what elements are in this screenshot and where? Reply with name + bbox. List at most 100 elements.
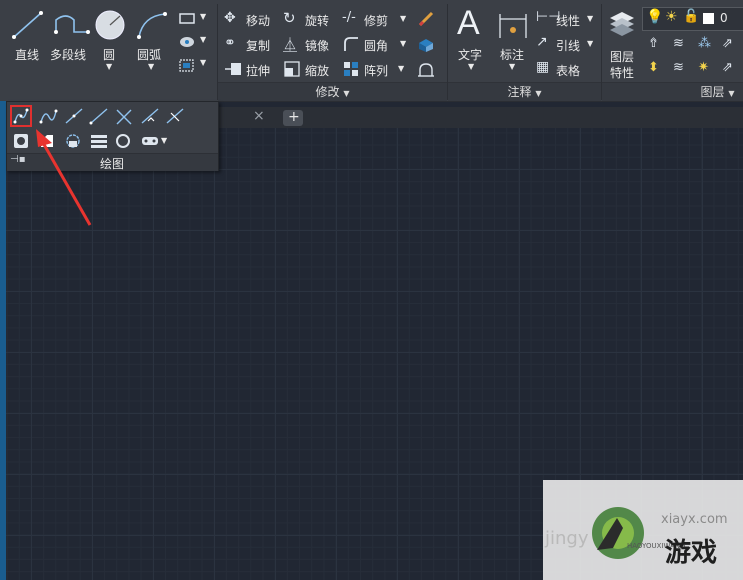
circle-button[interactable]: 圆 ▼ xyxy=(94,6,128,76)
line-button[interactable]: 直线 xyxy=(8,6,48,66)
dimension-button[interactable]: 标注 ▼ xyxy=(496,6,530,76)
array-icon xyxy=(344,62,358,76)
table-button[interactable]: ▦ 表格 xyxy=(536,59,596,78)
dimension-dropdown-icon[interactable]: ▼ xyxy=(509,62,515,71)
rectangle-icon xyxy=(179,13,195,24)
erase-button[interactable] xyxy=(416,10,438,28)
layer-dropdown[interactable]: 💡 ☀ 🔓 0 xyxy=(642,7,743,31)
pin-icon[interactable]: ⊣▪ xyxy=(10,154,26,165)
fillet-button[interactable]: 圆角 ▼ xyxy=(342,35,408,53)
linear-button[interactable]: ⊢⊣ 线性 ▼ xyxy=(536,9,596,28)
draw-panel-title: 绘图 xyxy=(100,157,125,171)
leader-dropdown-icon[interactable]: ▼ xyxy=(587,39,593,48)
arc-dropdown-icon[interactable]: ▼ xyxy=(148,62,154,71)
fillet-icon xyxy=(344,37,358,51)
leader-button[interactable]: ↗ 引线 ▼ xyxy=(536,34,596,53)
rotate-button[interactable]: ↻ 旋转 xyxy=(283,9,335,28)
layer-tool-icon[interactable]: ⁂ xyxy=(698,36,711,51)
tab-close-icon[interactable]: × xyxy=(253,108,265,124)
boundary-dropdown-icon[interactable]: ▼ xyxy=(200,58,206,67)
layer-properties-icon xyxy=(610,12,634,36)
layer-tool-icon[interactable]: ⇗ xyxy=(722,36,733,51)
move-label: 移动 xyxy=(246,14,271,28)
ellipse-ring-icon[interactable] xyxy=(114,132,132,150)
layer-tool-icon[interactable]: ≋ xyxy=(673,36,684,51)
ribbon: 直线 多段线 圆 ▼ 圆弧 ▼ ▼ ▼ ▼ ✥ 移动 ↻ 旋转 -/- 修剪 ▼… xyxy=(0,0,743,102)
circle-icon xyxy=(95,10,125,40)
move-icon: ✥ xyxy=(224,10,236,26)
line-label: 直线 xyxy=(15,48,40,62)
helix-icon[interactable] xyxy=(140,132,160,150)
text-label: 文字 xyxy=(458,48,483,62)
circle-label: 圆 xyxy=(103,48,116,62)
array-dropdown-icon[interactable]: ▼ xyxy=(398,64,404,73)
divide-icon[interactable] xyxy=(140,107,160,125)
scale-label: 缩放 xyxy=(305,64,330,78)
polyline-button[interactable]: 多段线 xyxy=(50,6,94,66)
explode-icon xyxy=(419,39,433,52)
layer-tool-icon[interactable]: ⇗ xyxy=(722,60,733,75)
leader-label: 引线 xyxy=(556,39,581,53)
erase-icon xyxy=(418,11,434,27)
array-button[interactable]: 阵列 ▼ xyxy=(342,60,408,78)
fillet-dropdown-icon[interactable]: ▼ xyxy=(400,39,406,48)
offset-icon xyxy=(418,63,434,77)
measure-icon[interactable] xyxy=(165,107,185,125)
lightbulb-icon: 💡 xyxy=(646,9,664,25)
scale-button[interactable]: 缩放 xyxy=(283,60,335,78)
modify-panel-title[interactable]: 修改 ▼ xyxy=(218,82,447,101)
mirror-icon: ⏅ xyxy=(283,38,297,54)
layer-properties-label-2: 特性 xyxy=(610,66,635,80)
text-icon: A xyxy=(457,4,480,42)
stretch-icon xyxy=(225,63,241,75)
more-tools-dropdown-icon[interactable]: ▼ xyxy=(161,136,167,145)
layer-tool-icon[interactable]: ≋ xyxy=(673,60,684,75)
circle-dropdown-icon[interactable]: ▼ xyxy=(106,62,112,71)
layer-properties-button[interactable]: 图层 特性 xyxy=(606,8,640,80)
text-button[interactable]: A 文字 ▼ xyxy=(454,4,490,76)
layer-tool-icon[interactable]: ⇮ xyxy=(648,36,659,51)
offset-button[interactable] xyxy=(416,60,438,78)
move-button[interactable]: ✥ 移动 xyxy=(224,10,276,28)
layer-tool-icon[interactable]: ⬍ xyxy=(648,60,659,75)
layer-color-swatch xyxy=(703,13,714,24)
spline-cv-icon[interactable] xyxy=(38,107,58,125)
mirror-button[interactable]: ⏅ 镜像 xyxy=(283,35,335,54)
layers-panel-title[interactable]: 图层 ▼ xyxy=(602,82,743,101)
watermark-site: xiayx.com xyxy=(661,512,728,527)
hatch-button[interactable]: ▼ xyxy=(178,35,210,51)
hatch-dropdown-icon[interactable]: ▼ xyxy=(200,35,206,44)
annotation-panel-title[interactable]: 注释 ▼ xyxy=(448,82,601,101)
trim-icon: -/- xyxy=(342,10,356,25)
current-layer-name: 0 xyxy=(720,11,728,25)
layers-panel-expand-icon: ▼ xyxy=(728,89,735,98)
copy-icon: ⚭ xyxy=(224,35,236,51)
copy-button[interactable]: ⚭ 复制 xyxy=(224,35,276,53)
stretch-button[interactable]: 拉伸 xyxy=(224,60,276,78)
dimension-icon xyxy=(499,14,527,38)
annotation-arrow-icon xyxy=(36,129,92,226)
layer-tool-icon[interactable]: ✷ xyxy=(698,60,709,75)
boundary-button[interactable]: ▼ xyxy=(178,58,210,74)
array-label: 阵列 xyxy=(364,64,389,78)
rectangle-button[interactable]: ▼ xyxy=(178,12,210,28)
arc-button[interactable]: 圆弧 ▼ xyxy=(134,6,170,76)
trim-button[interactable]: -/- 修剪 ▼ xyxy=(342,10,408,28)
trim-dropdown-icon[interactable]: ▼ xyxy=(400,14,406,23)
region-icon[interactable] xyxy=(12,132,30,150)
explode-button[interactable] xyxy=(416,35,438,53)
watermark: jingy xiayx.com HAOYOUXIWANG 游戏 xyxy=(543,480,743,580)
new-tab-button[interactable]: + xyxy=(283,109,303,126)
mirror-label: 镜像 xyxy=(305,39,330,53)
spline-fit-button[interactable] xyxy=(10,105,32,127)
copy-label: 复制 xyxy=(246,39,271,53)
multiple-points-icon[interactable] xyxy=(114,107,134,125)
rectangle-dropdown-icon[interactable]: ▼ xyxy=(200,12,206,21)
annotation-panel-title-text: 注释 xyxy=(507,85,532,99)
trim-label: 修剪 xyxy=(364,14,389,28)
construction-line-icon[interactable] xyxy=(64,107,84,125)
linear-label: 线性 xyxy=(556,14,581,28)
text-dropdown-icon[interactable]: ▼ xyxy=(468,62,474,71)
linear-dropdown-icon[interactable]: ▼ xyxy=(587,14,593,23)
ray-icon[interactable] xyxy=(89,107,109,125)
